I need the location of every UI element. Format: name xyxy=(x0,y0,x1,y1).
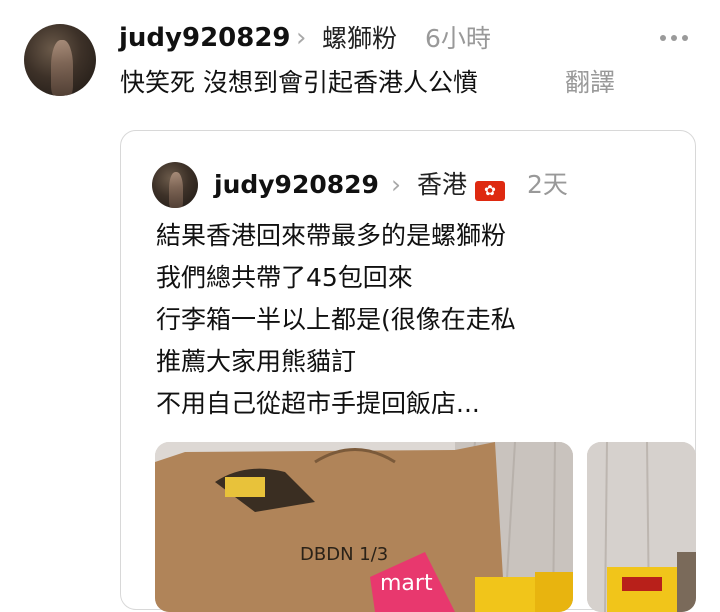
quoted-line: 行李箱一半以上都是(很像在走私 xyxy=(156,305,516,334)
quoted-body: 結果香港回來帶最多的是螺獅粉 我們總共帶了45包回來 行李箱一半以上都是(很像在… xyxy=(156,215,516,425)
chevron-right-icon: › xyxy=(296,23,307,53)
quoted-timestamp: 2天 xyxy=(527,170,568,199)
reply-context-link[interactable]: 螺獅粉 xyxy=(322,21,397,57)
post-author-name[interactable]: judy920829 xyxy=(119,20,291,56)
location-label: 香港 xyxy=(417,170,468,199)
quoted-author-name[interactable]: judy920829 xyxy=(214,167,379,203)
quoted-photo-1[interactable]: mart DBDN 1/3 xyxy=(155,442,573,612)
quoted-location[interactable]: 香港 ✿ xyxy=(417,167,505,203)
hong-kong-flag-icon: ✿ xyxy=(474,181,505,201)
chevron-right-icon: › xyxy=(391,170,401,199)
quoted-line: 我們總共帶了45包回來 xyxy=(156,263,413,292)
quoted-line: 不用自己從超市手提回飯店... xyxy=(156,389,480,418)
post-body-text: 快笑死 沒想到會引起香港人公憤 xyxy=(120,68,478,97)
translate-link[interactable]: 翻譯 xyxy=(565,65,615,101)
post-author-avatar[interactable] xyxy=(24,24,96,96)
bag-brand-text: mart xyxy=(380,571,433,596)
quoted-photo-2[interactable] xyxy=(587,442,696,612)
photo-thumbnail-illustration xyxy=(587,442,696,612)
more-dots-icon[interactable] xyxy=(660,35,688,41)
quoted-author-avatar[interactable] xyxy=(152,162,198,208)
paper-bag-illustration: mart DBDN 1/3 xyxy=(155,442,573,612)
bag-handwriting: DBDN 1/3 xyxy=(300,544,388,565)
quoted-line: 推薦大家用熊貓訂 xyxy=(156,347,357,376)
post-timestamp: 6小時 xyxy=(425,24,491,53)
quoted-line: 結果香港回來帶最多的是螺獅粉 xyxy=(156,221,507,250)
